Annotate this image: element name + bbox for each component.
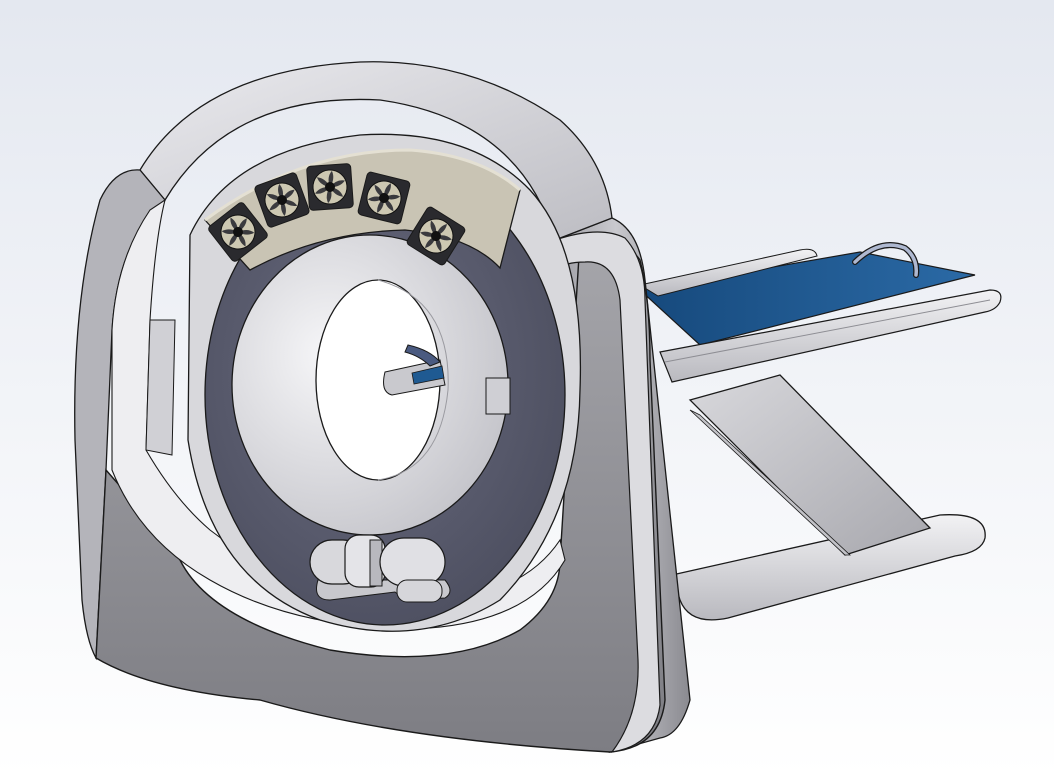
cooling-fan xyxy=(306,163,354,211)
ct-scanner-model xyxy=(74,61,1002,754)
cad-viewport[interactable] xyxy=(0,0,1054,777)
tube-assembly xyxy=(309,534,451,603)
couch-support-column xyxy=(688,374,932,556)
tube-cylinder-right xyxy=(379,537,446,587)
rotor-bracket xyxy=(485,377,511,415)
patient-couch xyxy=(638,242,1002,621)
